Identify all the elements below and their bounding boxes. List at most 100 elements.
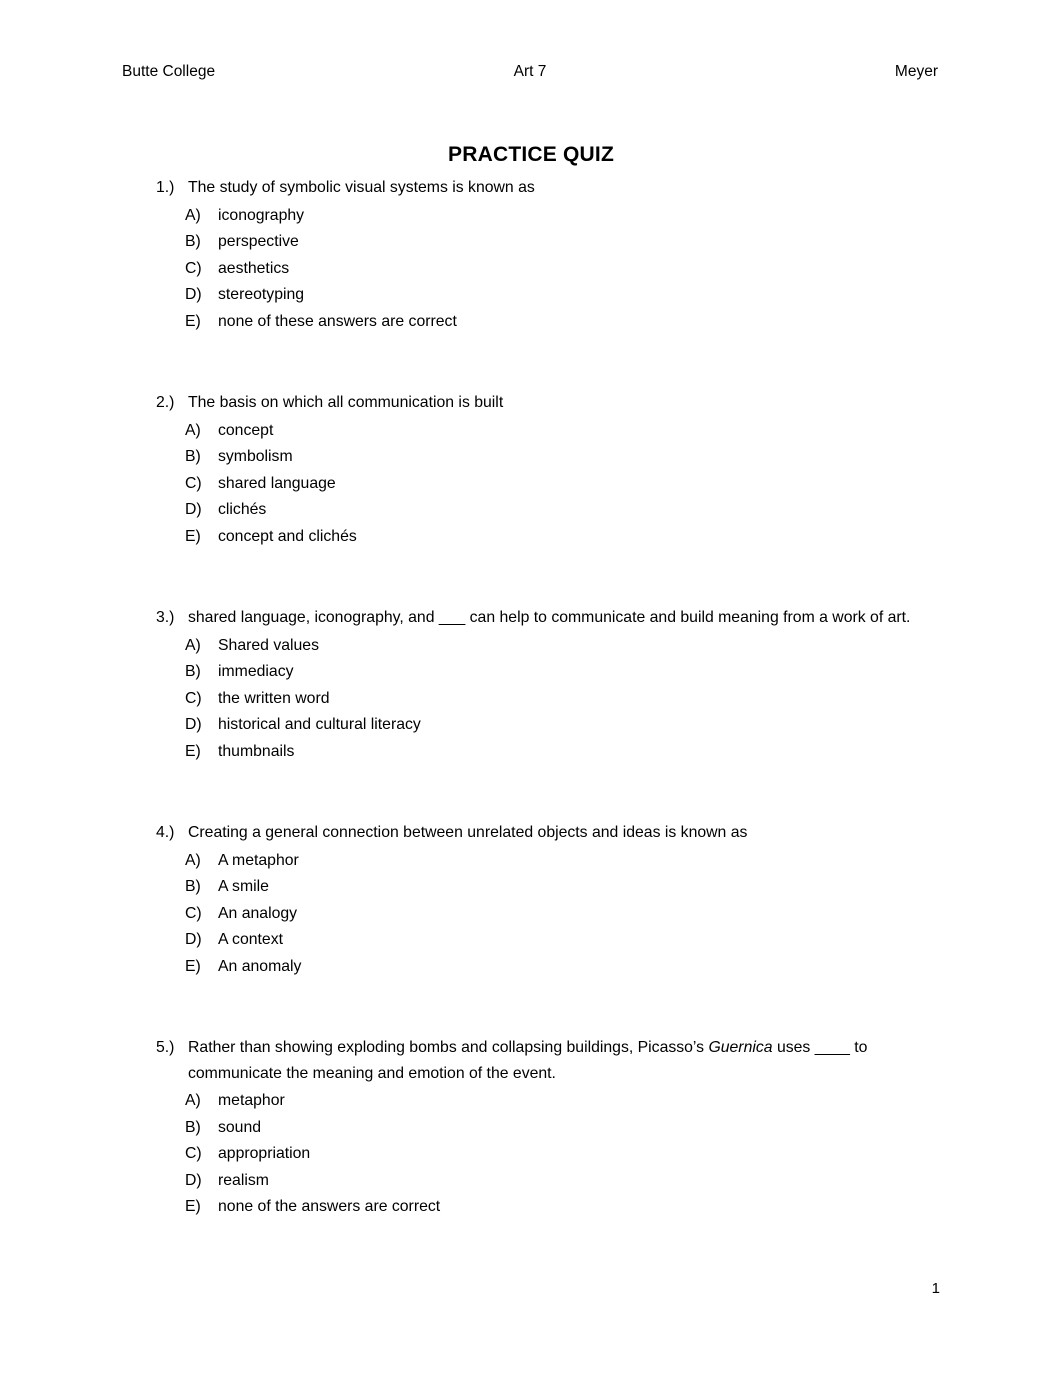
answer-option-letter: D) (185, 931, 202, 948)
answer-option-text: shared language (218, 474, 336, 492)
answer-option[interactable]: D) historical and cultural literacy (156, 712, 946, 739)
question-text-segment: Rather than showing exploding bombs and … (188, 1039, 709, 1056)
answer-option-letter: D) (185, 1171, 202, 1189)
answer-option-text: A context (218, 931, 283, 948)
answer-option[interactable]: B) symbolism (156, 444, 946, 471)
answer-option[interactable]: B) perspective (156, 229, 946, 256)
answer-option[interactable]: E) none of the answers are correct (156, 1194, 946, 1221)
answer-option-letter: A) (185, 851, 201, 869)
answer-option-list: A) Shared values B) immediacy C) the written … (156, 633, 946, 766)
answer-option-text: historical and cultural literacy (218, 716, 421, 733)
question-text-emphasis: Guernica (708, 1039, 773, 1056)
answer-option[interactable]: B) immediacy (156, 659, 946, 686)
question-text: The basis on which all communication is … (188, 394, 504, 411)
answer-option-text: concept (218, 421, 274, 439)
answer-option[interactable]: C) shared language (156, 471, 946, 498)
answer-option[interactable]: A) A metaphor (156, 848, 946, 875)
answer-option-text: aesthetics (218, 259, 290, 277)
question-prompt: 5.) Rather than showing exploding bombs a… (156, 1035, 946, 1086)
question-number: 4.) (156, 824, 175, 841)
question-number: 2.) (156, 394, 175, 411)
answer-option-text: clichés (218, 501, 267, 518)
answer-option-letter: C) (185, 259, 202, 277)
answer-option-text: An anomaly (218, 957, 302, 975)
answer-option-letter: A) (185, 206, 201, 224)
answer-option-text: stereotyping (218, 286, 305, 303)
answer-option-letter: B) (185, 448, 201, 465)
question-prompt: 1.) The study of symbolic visual systems … (156, 175, 946, 201)
answer-option[interactable]: D) stereotyping (156, 282, 946, 309)
question-number: 1.) (156, 179, 175, 196)
question-number: 5.) (156, 1039, 175, 1056)
answer-option-text: An analogy (218, 904, 298, 922)
header-course: Art 7 (513, 63, 547, 80)
answer-option-text: immediacy (218, 663, 294, 680)
answer-option-text: perspective (218, 233, 299, 250)
question-text: Rather than showing exploding bombs and … (188, 1035, 946, 1086)
answer-option[interactable]: E) concept and clichés (156, 524, 946, 551)
page-title: PRACTICE QUIZ (448, 143, 614, 167)
question-block: 5.) Rather than showing exploding bombs a… (156, 1035, 946, 1221)
page-number: 1 (931, 1280, 940, 1297)
answer-option[interactable]: A) metaphor (156, 1088, 946, 1115)
answer-option-letter: C) (185, 1145, 202, 1162)
answer-option[interactable]: E) none of these answers are correct (156, 309, 946, 336)
answer-option-letter: E) (185, 957, 201, 975)
answer-option-text: concept and clichés (218, 527, 357, 545)
answer-option[interactable]: E) An anomaly (156, 954, 946, 981)
answer-option-text: sound (218, 1118, 262, 1136)
answer-option-letter: E) (185, 742, 201, 760)
answer-option[interactable]: D) realism (156, 1168, 946, 1195)
answer-option[interactable]: C) appropriation (156, 1141, 946, 1168)
answer-option[interactable]: C) aesthetics (156, 256, 946, 283)
answer-option-letter: D) (185, 286, 202, 303)
answer-option-text: Shared values (218, 636, 319, 654)
answer-option-letter: D) (185, 716, 202, 733)
answer-option-letter: D) (185, 501, 202, 518)
answer-option[interactable]: A) Shared values (156, 633, 946, 660)
answer-option-text: A smile (218, 878, 269, 895)
answer-option-text: appropriation (218, 1145, 311, 1162)
answer-option[interactable]: E) thumbnails (156, 739, 946, 766)
answer-option[interactable]: B) sound (156, 1115, 946, 1142)
answer-option-letter: A) (185, 421, 201, 439)
answer-option-letter: E) (185, 1198, 201, 1215)
answer-option-list: A) metaphor B) sound C) appropriation D) realis… (156, 1088, 946, 1221)
answer-option-list: A) A metaphor B) A smile C) An analogy D) A con… (156, 848, 946, 981)
question-number: 3.) (156, 609, 175, 626)
question-text: shared language, iconography, and ___ ca… (188, 609, 911, 626)
question-block: 4.) Creating a general connection between… (156, 820, 946, 980)
answer-option-letter: E) (185, 312, 201, 330)
header-institution: Butte College (122, 63, 216, 80)
answer-option-letter: C) (185, 474, 202, 492)
answer-option[interactable]: D) clichés (156, 497, 946, 524)
answer-option-letter: B) (185, 1118, 201, 1136)
answer-option[interactable]: D) A context (156, 927, 946, 954)
answer-option-text: iconography (218, 206, 305, 224)
header-instructor: Meyer (894, 63, 938, 80)
answer-option-letter: B) (185, 663, 201, 680)
answer-option[interactable]: C) the written word (156, 686, 946, 713)
answer-option-letter: C) (185, 689, 202, 707)
answer-option-letter: C) (185, 904, 202, 922)
answer-option-letter: B) (185, 878, 201, 895)
question-prompt: 2.) The basis on which all communication … (156, 390, 946, 416)
answer-option-text: symbolism (218, 448, 293, 465)
answer-option-text: none of the answers are correct (218, 1198, 441, 1215)
answer-option-text: realism (218, 1171, 269, 1189)
answer-option[interactable]: A) iconography (156, 203, 946, 230)
answer-option-text: metaphor (218, 1092, 285, 1109)
document-header: Butte College Art 7 Meyer (122, 60, 938, 84)
question-block: 3.) shared language, iconography, and ___… (156, 605, 946, 765)
answer-option-letter: A) (185, 636, 201, 654)
question-prompt: 3.) shared language, iconography, and ___… (156, 605, 946, 631)
answer-option[interactable]: C) An analogy (156, 901, 946, 928)
answer-option[interactable]: B) A smile (156, 874, 946, 901)
answer-option-list: A) concept B) symbolism C) shared language D) c… (156, 418, 946, 551)
answer-option-letter: B) (185, 233, 201, 250)
answer-option-text: none of these answers are correct (218, 312, 457, 330)
answer-option-letter: A) (185, 1092, 201, 1109)
quiz-question-list: 1.) The study of symbolic visual systems … (156, 175, 946, 1221)
answer-option[interactable]: A) concept (156, 418, 946, 445)
answer-option-text: A metaphor (218, 851, 299, 869)
